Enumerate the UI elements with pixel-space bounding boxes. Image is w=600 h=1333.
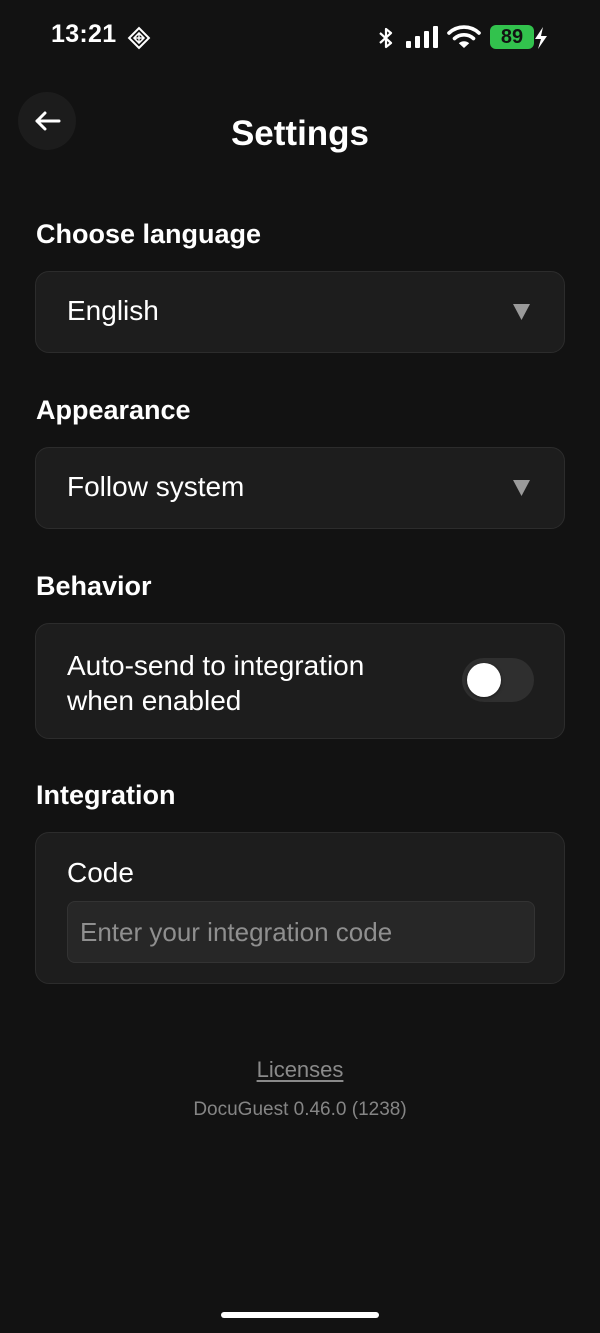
appearance-selected-value: Follow system: [67, 471, 245, 502]
triangle-down-icon: [513, 480, 530, 496]
behavior-section-label: Behavior: [36, 571, 152, 601]
triangle-down-icon: [513, 304, 530, 320]
code-label: Code: [67, 857, 134, 888]
appearance-select[interactable]: Follow system: [35, 447, 565, 529]
charging-bolt-icon: [535, 27, 547, 49]
wifi-icon: [447, 25, 481, 48]
language-section-label: Choose language: [36, 219, 262, 249]
integration-code-input[interactable]: [67, 901, 535, 963]
appearance-section-label: Appearance: [36, 395, 191, 425]
battery-level: 89: [500, 26, 524, 48]
language-selected-value: English: [67, 295, 159, 326]
language-select[interactable]: English: [35, 271, 565, 353]
page-title: Settings: [230, 114, 370, 153]
cellular-signal-icon: [406, 26, 438, 48]
battery-icon: 89: [490, 25, 534, 49]
status-bar: 13:21 89: [0, 0, 600, 76]
integration-card: Code: [35, 832, 565, 984]
behavior-card: Auto-send to integration when enabled: [35, 623, 565, 739]
status-time: 13:21: [51, 20, 117, 48]
home-indicator[interactable]: [221, 1312, 379, 1318]
auto-send-toggle[interactable]: [462, 658, 534, 702]
licenses-link[interactable]: Licenses: [0, 1057, 600, 1083]
integration-section-label: Integration: [36, 780, 176, 810]
bluetooth-icon: [379, 27, 393, 49]
app-version: DocuGuest 0.46.0 (1238): [193, 1099, 407, 1120]
focus-mode-icon: [127, 26, 151, 50]
toggle-knob: [467, 663, 501, 697]
auto-send-label: Auto-send to integration when enabled: [67, 650, 365, 716]
